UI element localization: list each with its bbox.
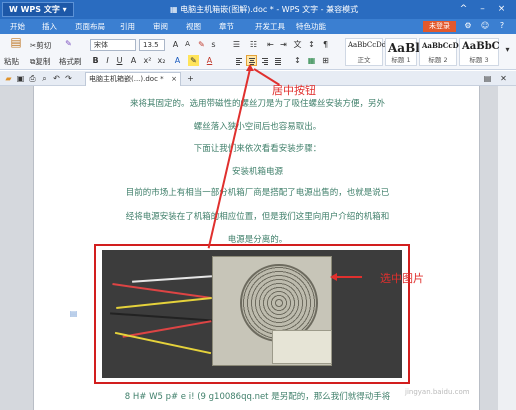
- paragraph-line: 螺丝落入狭小空间后也容易取出。: [193, 122, 322, 132]
- bold-button[interactable]: B: [90, 55, 101, 66]
- redo-icon[interactable]: ↷: [63, 73, 74, 84]
- menu-item-sections[interactable]: 章节: [219, 21, 234, 32]
- menu-item-references[interactable]: 引用: [120, 21, 135, 32]
- right-side-panel: [498, 86, 516, 410]
- strikethrough-icon[interactable]: A: [128, 55, 139, 66]
- show-marks-icon[interactable]: ¶: [320, 39, 331, 50]
- dropdown-icon: ▾: [59, 5, 67, 14]
- paste-icon[interactable]: ▤: [8, 36, 24, 51]
- preview-icon[interactable]: ⌕: [39, 73, 50, 84]
- menu-item-view[interactable]: 视图: [186, 21, 201, 32]
- highlight-icon[interactable]: ✎: [188, 55, 199, 66]
- paste-button[interactable]: 粘贴: [4, 56, 19, 67]
- arrow-head-up: [246, 64, 254, 71]
- minimize-button[interactable]: ^: [456, 2, 471, 16]
- italic-button[interactable]: I: [102, 55, 113, 66]
- document-tab[interactable]: 电脑主机箱嵌(...).doc * ×: [85, 72, 181, 86]
- grow-font-icon[interactable]: A: [170, 39, 181, 50]
- print-icon[interactable]: ⎙: [27, 73, 38, 84]
- shrink-font-icon[interactable]: A: [182, 39, 193, 50]
- wps-logo-icon: W: [9, 5, 21, 14]
- numbering-icon[interactable]: ☷: [248, 39, 259, 50]
- select-image-annotation: 选中图片: [380, 272, 424, 285]
- tab-list-icon[interactable]: ▤: [482, 73, 493, 84]
- indent-icon[interactable]: ⇥: [278, 39, 289, 50]
- shading-icon[interactable]: ▦: [306, 55, 317, 66]
- section-heading: 安装机箱电源: [231, 167, 283, 177]
- folder-icon[interactable]: ▰: [3, 73, 14, 84]
- login-badge[interactable]: 未登录: [423, 21, 456, 32]
- outdent-icon[interactable]: ⇤: [265, 39, 276, 50]
- close-button[interactable]: ×: [494, 2, 509, 16]
- style-heading-1[interactable]: AaBl 标题 1: [385, 38, 420, 66]
- paragraph-line: 目前的市场上有相当一部分机箱厂商是搭配了电源出售的，也就是说已: [125, 188, 390, 198]
- arrow-head-left: [330, 273, 337, 281]
- clear-format-icon[interactable]: ✎: [196, 39, 207, 50]
- document-workspace: 来将其固定的。选用带磁性的螺丝刀是为了吸住螺丝安装方便，另外 螺丝落入狭小空间后…: [0, 86, 516, 410]
- underline-button[interactable]: U: [114, 55, 125, 66]
- document-icon: ▦: [170, 5, 181, 14]
- menu-item-features[interactable]: 特色功能: [296, 21, 326, 32]
- justify-button[interactable]: [272, 55, 283, 66]
- watermark: jingyan.baidu.com: [405, 388, 470, 396]
- question-icon[interactable]: ?: [496, 20, 508, 32]
- paragraph-line: 来将其固定的。选用带磁性的螺丝刀是为了吸住螺丝安装方便，另外: [129, 99, 385, 109]
- paragraph-line: 经将电源安装在了机箱的相应位置，但是我们这里向用户介绍的机箱和: [125, 212, 390, 222]
- help-icon[interactable]: ☺: [479, 20, 491, 32]
- styles-more-icon[interactable]: ▾: [502, 44, 513, 55]
- menu-bar: 开始 插入 页面布局 引用 审阅 视图 章节 开发工具 特色功能 未登录 ⚙ ☺…: [0, 19, 516, 34]
- sort-icon[interactable]: ↕: [306, 39, 317, 50]
- window-title: ▦ 电脑主机箱嵌(图解).doc * - WPS 文字 - 兼容模式: [170, 5, 359, 14]
- menu-item-page-layout[interactable]: 页面布局: [75, 21, 105, 32]
- line-spacing-icon[interactable]: ↕: [292, 55, 303, 66]
- menu-item-home[interactable]: 开始: [10, 21, 25, 32]
- psu-label-sticker: [272, 330, 332, 364]
- image-arrow: [336, 276, 362, 278]
- menu-item-review[interactable]: 审阅: [153, 21, 168, 32]
- restore-button[interactable]: –: [475, 2, 490, 16]
- style-heading-2[interactable]: AaBbCcDd 标题 2: [419, 38, 464, 66]
- tab-menu-icon[interactable]: ✕: [498, 73, 509, 84]
- font-name-select[interactable]: 宋体: [90, 39, 136, 51]
- style-normal[interactable]: AaBbCcDd 正文: [345, 38, 386, 66]
- save-icon[interactable]: ▣: [15, 73, 26, 84]
- title-bar: W WPS 文字 ▾ ▦ 电脑主机箱嵌(图解).doc * - WPS 文字 -…: [0, 0, 516, 19]
- font-color-icon[interactable]: A: [204, 55, 215, 66]
- undo-icon[interactable]: ↶: [51, 73, 62, 84]
- subscript-icon[interactable]: x₂: [156, 55, 167, 66]
- format-painter-button[interactable]: 格式刷: [59, 56, 82, 67]
- app-label: WPS 文字: [20, 5, 60, 14]
- align-left-button[interactable]: [233, 55, 244, 66]
- new-tab-button[interactable]: +: [185, 73, 196, 84]
- paragraph-line: 下面让我们来依次看看安装步骤：: [193, 144, 322, 154]
- settings-icon[interactable]: ⚙: [462, 20, 474, 32]
- text-effect-icon[interactable]: A: [172, 55, 183, 66]
- paragraph-marker-icon[interactable]: ▤: [68, 308, 79, 319]
- app-menu-button[interactable]: W WPS 文字 ▾: [2, 2, 74, 17]
- copy-button[interactable]: ⧉复制: [30, 56, 50, 67]
- borders-icon[interactable]: ⊞: [320, 55, 331, 66]
- style-heading-3[interactable]: AaBbC 标题 3: [459, 38, 500, 66]
- phonetic-icon[interactable]: ꜱ: [208, 39, 219, 50]
- superscript-icon[interactable]: x²: [142, 55, 153, 66]
- power-supply-photo: [102, 250, 402, 378]
- menu-item-insert[interactable]: 插入: [42, 21, 57, 32]
- cut-button[interactable]: ✂剪切: [30, 40, 51, 51]
- menu-item-developer[interactable]: 开发工具: [255, 21, 285, 32]
- tab-close-icon[interactable]: ×: [171, 73, 177, 85]
- bullets-icon[interactable]: ☰: [231, 39, 242, 50]
- brush-icon[interactable]: ✎: [63, 38, 74, 49]
- chinese-layout-icon[interactable]: 文: [292, 39, 303, 50]
- document-page[interactable]: 来将其固定的。选用带磁性的螺丝刀是为了吸住螺丝安装方便，另外 螺丝落入狭小空间后…: [33, 86, 480, 410]
- font-size-select[interactable]: 13.5: [139, 39, 165, 51]
- align-right-button[interactable]: [259, 55, 270, 66]
- ribbon-toolbar: ▤ 粘贴 ✂剪切 ⧉复制 格式刷 ✎ 宋体 13.5 A A ✎ ꜱ B I U…: [0, 34, 516, 70]
- selected-image[interactable]: [94, 244, 410, 384]
